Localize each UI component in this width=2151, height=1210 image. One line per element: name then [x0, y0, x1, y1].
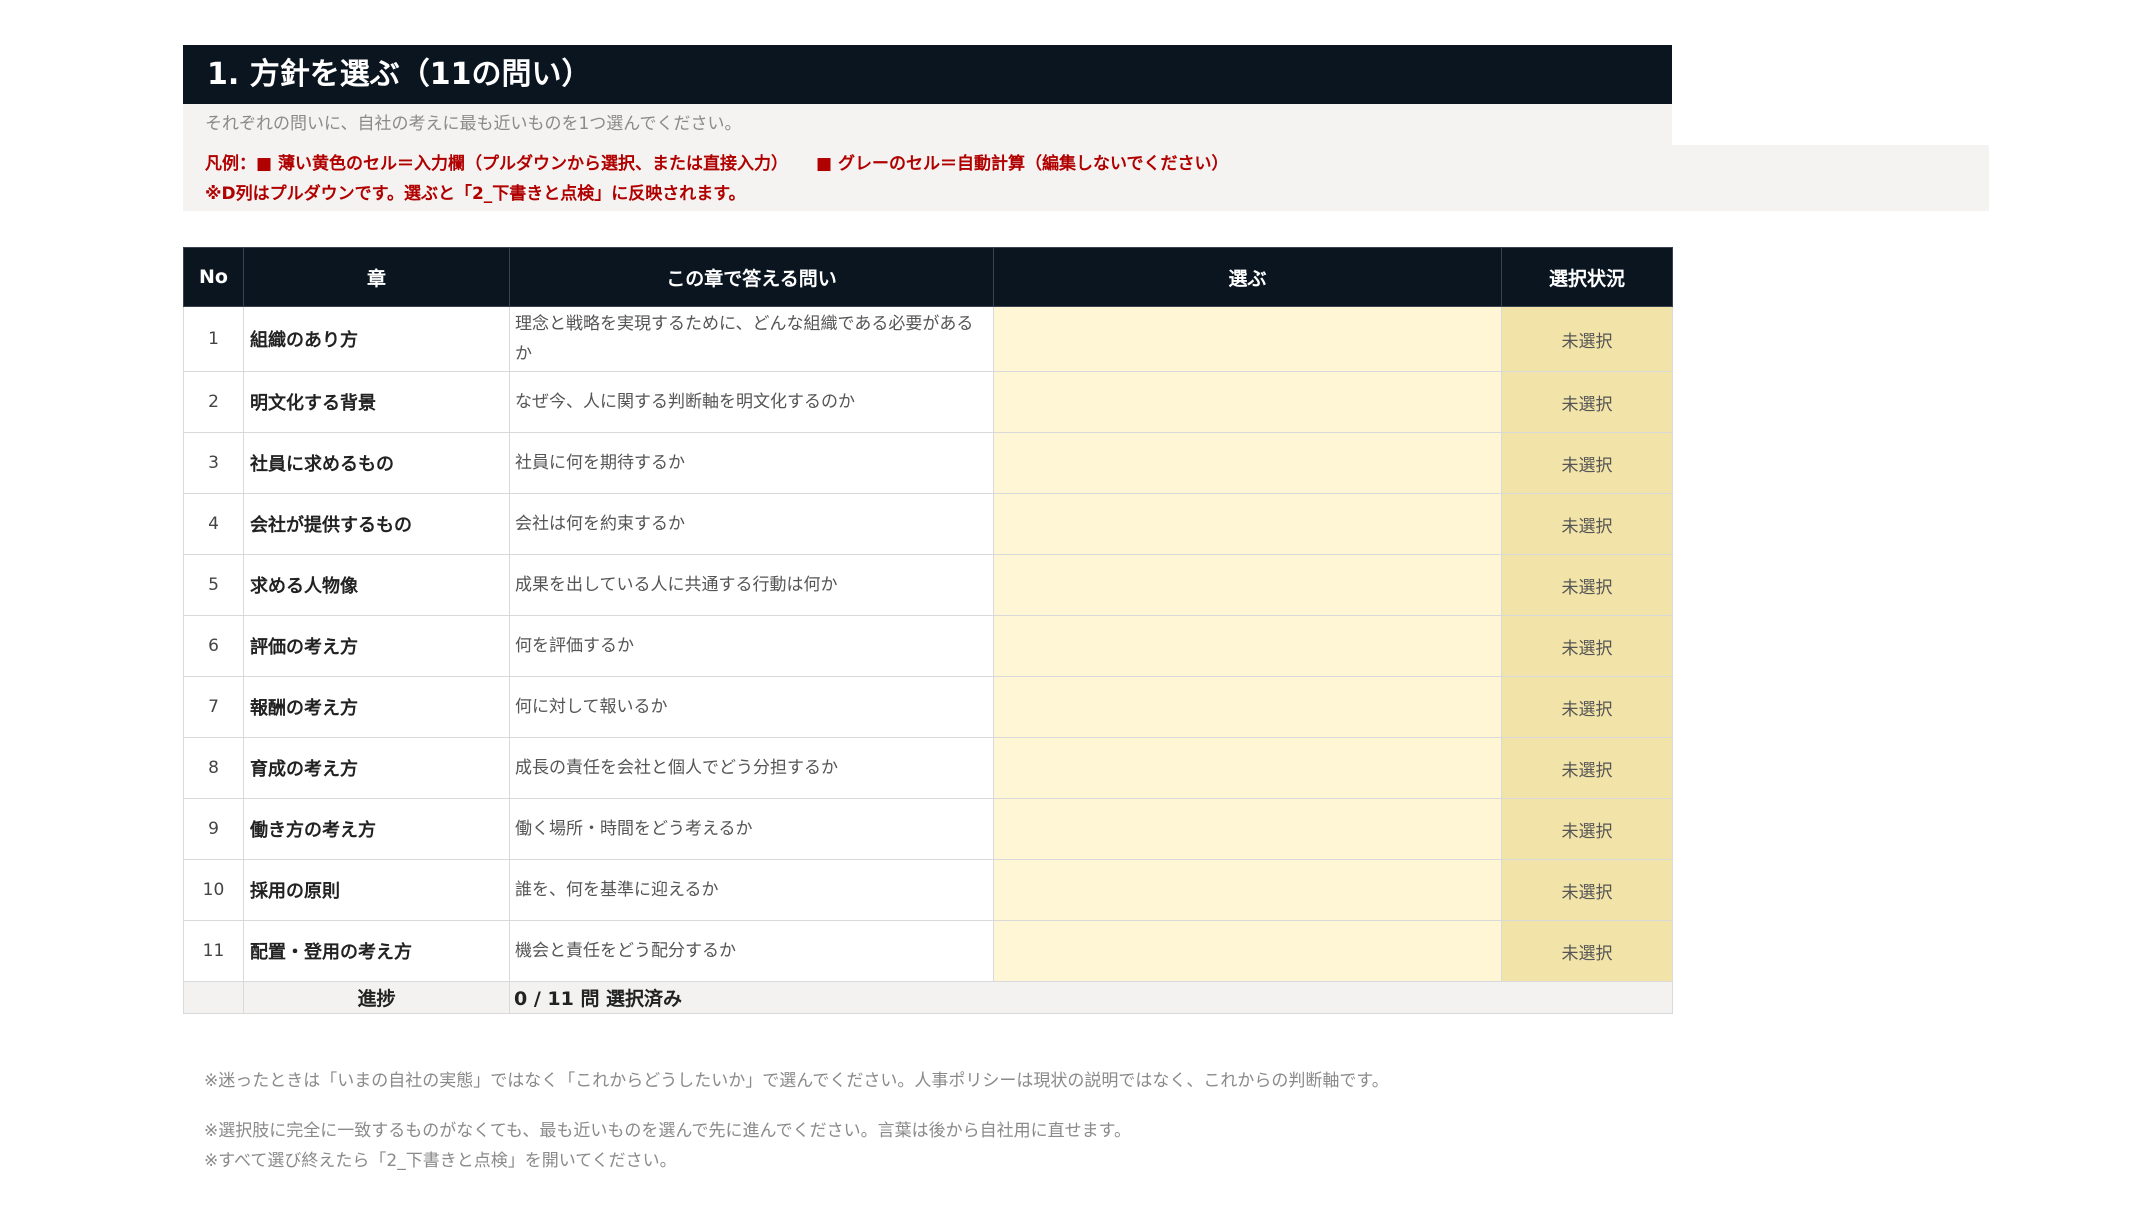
legend-prefix: 凡例： — [205, 154, 256, 174]
table-row: 7 報酬の考え方 何に対して報いるか 未選択 — [183, 676, 1673, 738]
row-no: 5 — [183, 554, 244, 616]
row-status: 未選択 — [1501, 920, 1673, 982]
row-chapter: 働き方の考え方 — [243, 798, 510, 860]
row-question: 誰を、何を基準に迎えるか — [509, 859, 994, 921]
table-header-row: No 章 この章で答える問い 選ぶ 選択状況 — [183, 247, 1673, 307]
intro-text: それぞれの問いに、自社の考えに最も近いものを1つ選んでください。 — [183, 104, 1672, 145]
progress-status-cell — [1501, 981, 1673, 1014]
progress-value: 0 / 11 問 選択済み — [509, 981, 1502, 1014]
row-pick-dropdown[interactable] — [993, 798, 1502, 860]
legend-gray: ■ グレーのセル＝自動計算（編集しないでください） — [815, 154, 1229, 174]
row-status: 未選択 — [1501, 554, 1673, 616]
note-3: ※すべて選び終えたら「2_下書きと点検」を開いてください。 — [204, 1151, 677, 1171]
row-status: 未選択 — [1501, 615, 1673, 677]
progress-empty-cell — [183, 981, 244, 1014]
row-chapter: 育成の考え方 — [243, 737, 510, 799]
row-no: 10 — [183, 859, 244, 921]
legend-line-1: 凡例：■ 薄い黄色のセル＝入力欄（プルダウンから選択、または直接入力） ■ グレー… — [205, 149, 1989, 179]
row-chapter: 配置・登用の考え方 — [243, 920, 510, 982]
row-no: 3 — [183, 432, 244, 494]
row-status: 未選択 — [1501, 798, 1673, 860]
policy-table: No 章 この章で答える問い 選ぶ 選択状況 1 組織のあり方 理念と戦略を実現する… — [183, 247, 1673, 1014]
row-question: 機会と責任をどう配分するか — [509, 920, 994, 982]
row-question: 理念と戦略を実現するために、どんな組織である必要があるか — [509, 306, 994, 372]
table-row: 8 育成の考え方 成長の責任を会社と個人でどう分担するか 未選択 — [183, 737, 1673, 799]
row-question: 成果を出している人に共通する行動は何か — [509, 554, 994, 616]
table-row: 6 評価の考え方 何を評価するか 未選択 — [183, 615, 1673, 677]
table-row: 9 働き方の考え方 働く場所・時間をどう考えるか 未選択 — [183, 798, 1673, 860]
table-row: 1 組織のあり方 理念と戦略を実現するために、どんな組織である必要があるか 未選択 — [183, 306, 1673, 372]
row-status: 未選択 — [1501, 676, 1673, 738]
row-chapter: 報酬の考え方 — [243, 676, 510, 738]
table-row: 5 求める人物像 成果を出している人に共通する行動は何か 未選択 — [183, 554, 1673, 616]
row-status: 未選択 — [1501, 306, 1673, 372]
row-question: 会社は何を約束するか — [509, 493, 994, 555]
note-1: ※迷ったときは「いまの自社の実態」ではなく「これからどうしたいか」で選んでくださ… — [204, 1071, 1389, 1091]
row-pick-dropdown[interactable] — [993, 737, 1502, 799]
page-title: 1. 方針を選ぶ（11の問い） — [183, 45, 1672, 104]
row-no: 1 — [183, 306, 244, 372]
row-pick-dropdown[interactable] — [993, 615, 1502, 677]
row-no: 6 — [183, 615, 244, 677]
row-no: 7 — [183, 676, 244, 738]
row-status: 未選択 — [1501, 493, 1673, 555]
progress-row: 進捗 0 / 11 問 選択済み — [183, 981, 1673, 1014]
row-chapter: 会社が提供するもの — [243, 493, 510, 555]
row-pick-dropdown[interactable] — [993, 859, 1502, 921]
row-status: 未選択 — [1501, 432, 1673, 494]
row-pick-dropdown[interactable] — [993, 676, 1502, 738]
row-chapter: 明文化する背景 — [243, 371, 510, 433]
row-status: 未選択 — [1501, 371, 1673, 433]
row-question: 何に対して報いるか — [509, 676, 994, 738]
legend-line-2: ※D列はプルダウンです。選ぶと「2_下書きと点検」に反映されます。 — [205, 184, 746, 204]
row-pick-dropdown[interactable] — [993, 306, 1502, 372]
header-pick: 選ぶ — [993, 247, 1502, 307]
row-no: 4 — [183, 493, 244, 555]
table-row: 10 採用の原則 誰を、何を基準に迎えるか 未選択 — [183, 859, 1673, 921]
row-status: 未選択 — [1501, 859, 1673, 921]
row-chapter: 採用の原則 — [243, 859, 510, 921]
row-chapter: 組織のあり方 — [243, 306, 510, 372]
row-question: 何を評価するか — [509, 615, 994, 677]
header-chapter: 章 — [243, 247, 510, 307]
row-question: 社員に何を期待するか — [509, 432, 994, 494]
row-status: 未選択 — [1501, 737, 1673, 799]
row-question: 働く場所・時間をどう考えるか — [509, 798, 994, 860]
row-question: なぜ今、人に関する判断軸を明文化するのか — [509, 371, 994, 433]
row-pick-dropdown[interactable] — [993, 920, 1502, 982]
row-chapter: 求める人物像 — [243, 554, 510, 616]
row-question: 成長の責任を会社と個人でどう分担するか — [509, 737, 994, 799]
row-chapter: 評価の考え方 — [243, 615, 510, 677]
legend-yellow: ■ 薄い黄色のセル＝入力欄（プルダウンから選択、または直接入力） — [256, 154, 788, 174]
row-pick-dropdown[interactable] — [993, 371, 1502, 433]
row-pick-dropdown[interactable] — [993, 432, 1502, 494]
row-chapter: 社員に求めるもの — [243, 432, 510, 494]
row-no: 2 — [183, 371, 244, 433]
row-pick-dropdown[interactable] — [993, 493, 1502, 555]
row-no: 11 — [183, 920, 244, 982]
legend: 凡例：■ 薄い黄色のセル＝入力欄（プルダウンから選択、または直接入力） ■ グレー… — [183, 145, 1989, 211]
row-no: 8 — [183, 737, 244, 799]
row-no: 9 — [183, 798, 244, 860]
progress-label: 進捗 — [243, 981, 510, 1014]
header-status: 選択状況 — [1501, 247, 1673, 307]
header-question: この章で答える問い — [509, 247, 994, 307]
table-row: 3 社員に求めるもの 社員に何を期待するか 未選択 — [183, 432, 1673, 494]
row-pick-dropdown[interactable] — [993, 554, 1502, 616]
table-row: 11 配置・登用の考え方 機会と責任をどう配分するか 未選択 — [183, 920, 1673, 982]
table-row: 4 会社が提供するもの 会社は何を約束するか 未選択 — [183, 493, 1673, 555]
table-row: 2 明文化する背景 なぜ今、人に関する判断軸を明文化するのか 未選択 — [183, 371, 1673, 433]
header-no: No — [183, 247, 244, 307]
note-2: ※選択肢に完全に一致するものがなくても、最も近いものを選んで先に進んでください。… — [204, 1121, 1131, 1141]
